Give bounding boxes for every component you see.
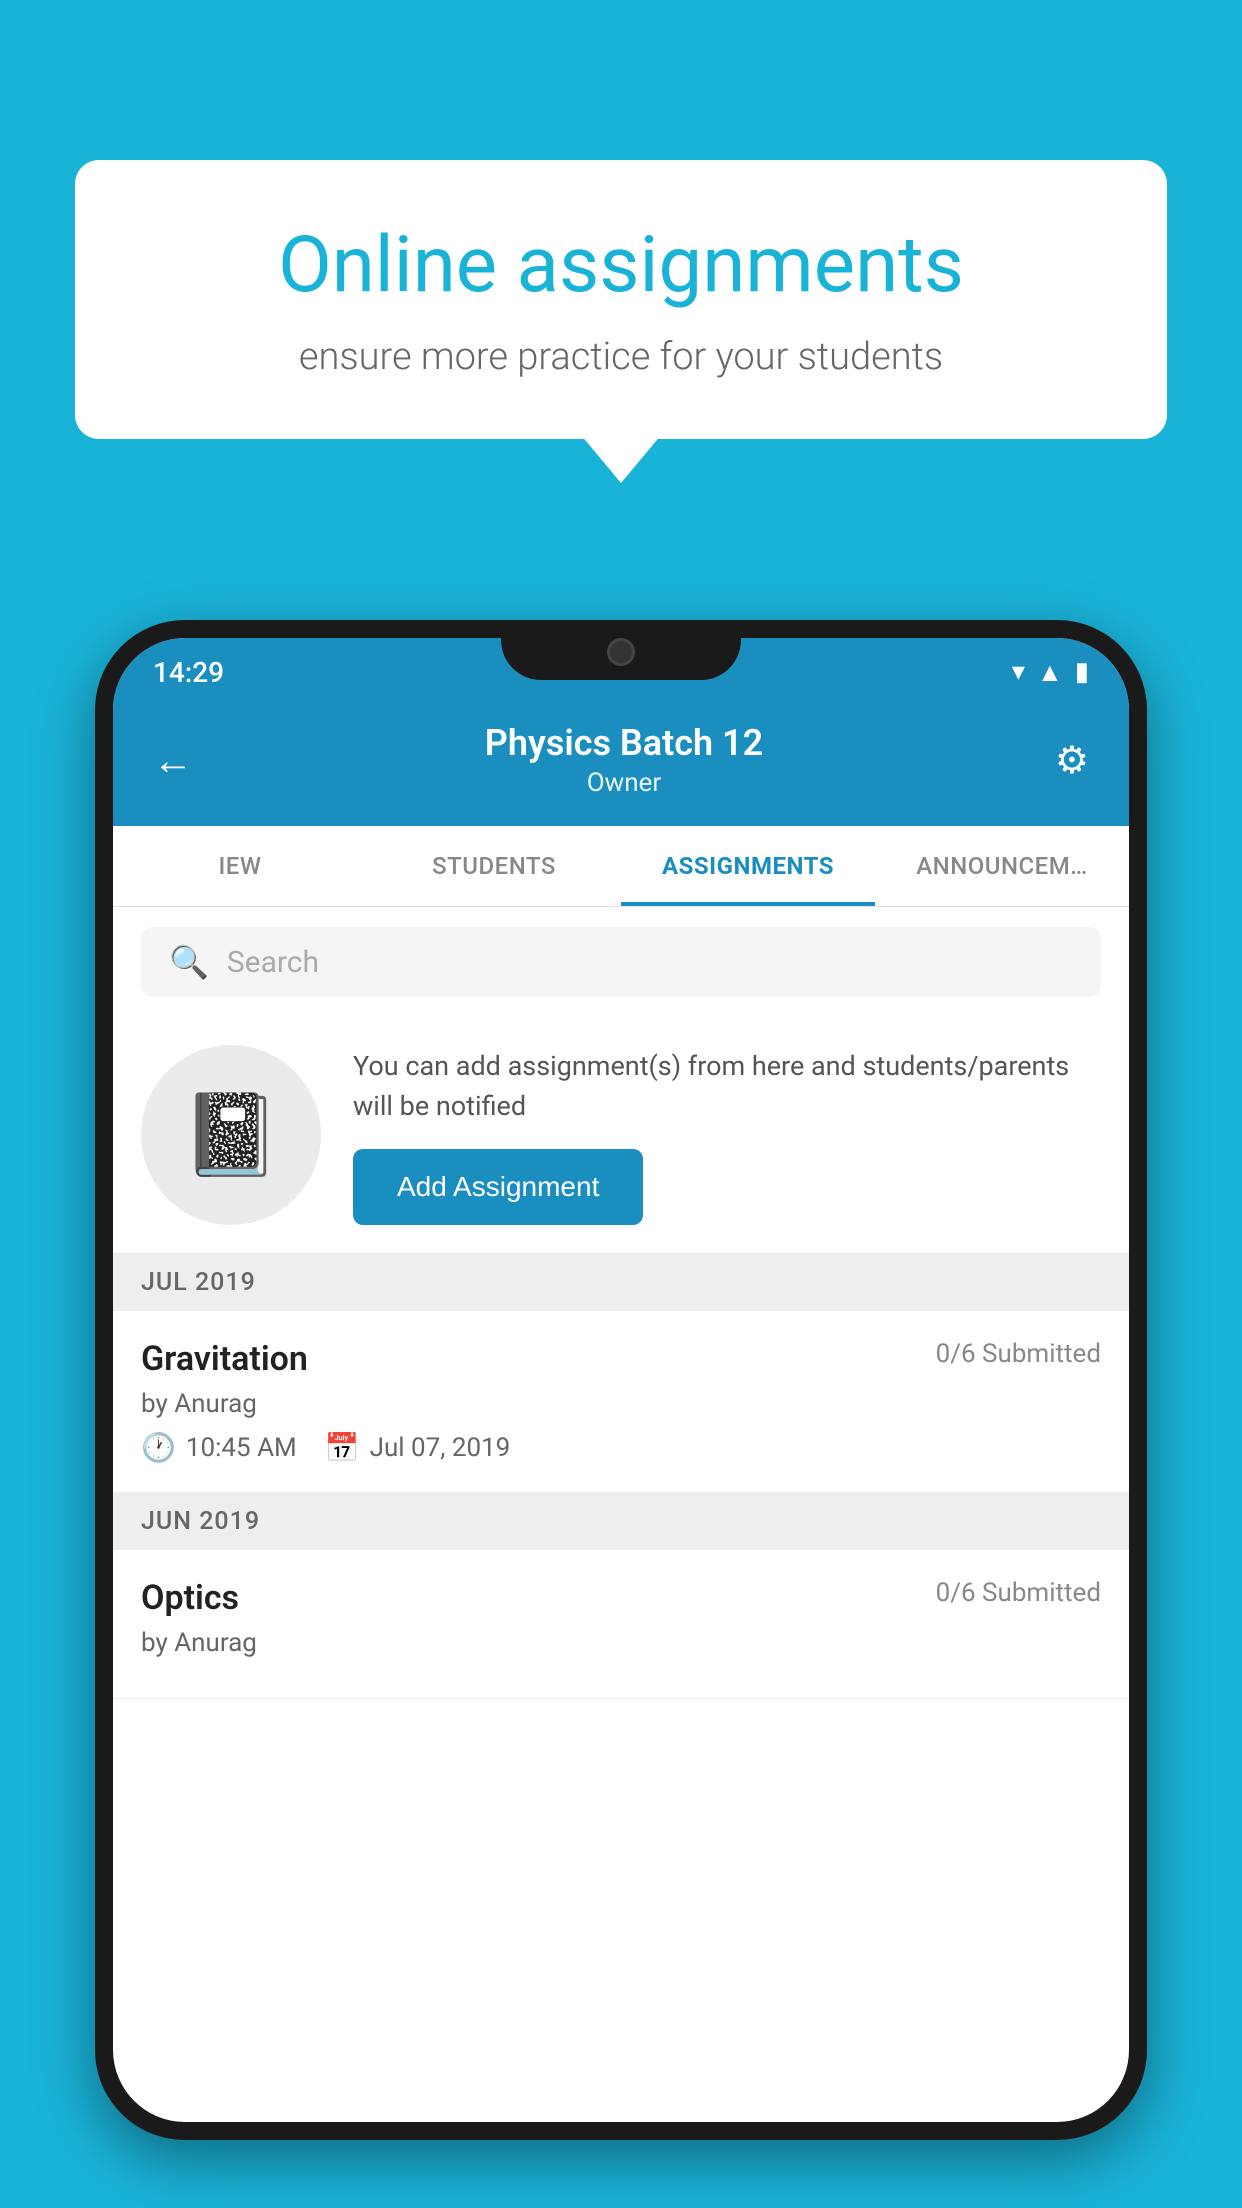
phone-outer: 14:29 ▾ ▲ ▮ ← Physics Batch 12 Owner ⚙ — [95, 620, 1147, 2140]
settings-icon[interactable]: ⚙ — [1055, 738, 1089, 783]
assignment-item-gravitation[interactable]: Gravitation 0/6 Submitted by Anurag 🕐 10… — [113, 1311, 1129, 1493]
promo-icon-circle: 📓 — [141, 1045, 321, 1225]
search-input-wrap[interactable]: 🔍 Search — [141, 927, 1101, 997]
notebook-icon: 📓 — [181, 1088, 281, 1182]
speech-bubble-title: Online assignments — [145, 220, 1097, 311]
speech-bubble-container: Online assignments ensure more practice … — [75, 160, 1167, 439]
promo-right: You can add assignment(s) from here and … — [353, 1046, 1101, 1225]
assignment-top-row-optics: Optics 0/6 Submitted — [141, 1578, 1101, 1618]
assignment-date: Jul 07, 2019 — [370, 1433, 511, 1463]
calendar-icon: 📅 — [325, 1431, 360, 1464]
assignment-submitted: 0/6 Submitted — [936, 1339, 1101, 1369]
phone-mockup: 14:29 ▾ ▲ ▮ ← Physics Batch 12 Owner ⚙ — [95, 620, 1147, 2208]
speech-bubble-subtitle: ensure more practice for your students — [145, 335, 1097, 379]
meta-time: 🕐 10:45 AM — [141, 1431, 297, 1464]
header-title: Physics Batch 12 — [193, 722, 1055, 764]
tab-assignments[interactable]: ASSIGNMENTS — [621, 826, 875, 906]
assignment-top-row: Gravitation 0/6 Submitted — [141, 1339, 1101, 1379]
search-icon: 🔍 — [169, 943, 209, 981]
tab-announcements[interactable]: ANNOUNCEM… — [875, 826, 1129, 906]
assignment-name: Gravitation — [141, 1339, 308, 1379]
clock-icon: 🕐 — [141, 1431, 176, 1464]
wifi-icon: ▾ — [1012, 657, 1025, 687]
add-assignment-button[interactable]: Add Assignment — [353, 1149, 643, 1225]
signal-icon: ▲ — [1037, 657, 1063, 688]
assignment-item-optics[interactable]: Optics 0/6 Submitted by Anurag — [113, 1550, 1129, 1699]
back-button[interactable]: ← — [153, 737, 193, 784]
speech-bubble: Online assignments ensure more practice … — [75, 160, 1167, 439]
phone-notch — [501, 620, 741, 680]
add-assignment-promo: 📓 You can add assignment(s) from here an… — [113, 1017, 1129, 1254]
assignment-name-optics: Optics — [141, 1578, 239, 1618]
assignment-by: by Anurag — [141, 1389, 1101, 1419]
search-placeholder: Search — [227, 945, 319, 980]
promo-text: You can add assignment(s) from here and … — [353, 1046, 1101, 1127]
header-subtitle: Owner — [193, 768, 1055, 798]
month-header-jun: JUN 2019 — [113, 1493, 1129, 1550]
status-time: 14:29 — [153, 656, 224, 689]
app-header: ← Physics Batch 12 Owner ⚙ — [113, 698, 1129, 826]
meta-date: 📅 Jul 07, 2019 — [325, 1431, 511, 1464]
header-title-group: Physics Batch 12 Owner — [193, 722, 1055, 798]
assignment-submitted-optics: 0/6 Submitted — [936, 1578, 1101, 1608]
battery-icon: ▮ — [1075, 657, 1089, 687]
search-container: 🔍 Search — [113, 907, 1129, 1017]
assignment-meta: 🕐 10:45 AM 📅 Jul 07, 2019 — [141, 1431, 1101, 1464]
month-header-jul: JUL 2019 — [113, 1254, 1129, 1311]
status-icons: ▾ ▲ ▮ — [1012, 657, 1089, 688]
tab-iew[interactable]: IEW — [113, 826, 367, 906]
background: Online assignments ensure more practice … — [0, 0, 1242, 2208]
assignment-by-optics: by Anurag — [141, 1628, 1101, 1658]
phone-screen: 14:29 ▾ ▲ ▮ ← Physics Batch 12 Owner ⚙ — [113, 638, 1129, 2122]
assignment-time: 10:45 AM — [186, 1433, 297, 1463]
tabs-bar: IEW STUDENTS ASSIGNMENTS ANNOUNCEM… — [113, 826, 1129, 907]
phone-camera — [607, 638, 635, 666]
tab-students[interactable]: STUDENTS — [367, 826, 621, 906]
